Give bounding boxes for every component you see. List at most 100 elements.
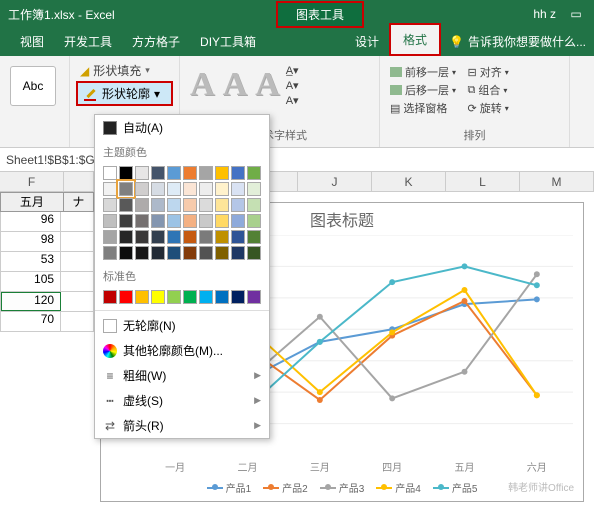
theme-swatch[interactable]	[103, 198, 117, 212]
theme-swatch[interactable]	[119, 166, 133, 180]
may-header[interactable]: 五月ナ	[0, 192, 94, 212]
theme-swatch[interactable]	[151, 230, 165, 244]
col-header-J[interactable]: J	[298, 172, 372, 191]
theme-swatch[interactable]	[167, 166, 181, 180]
selection-pane-button[interactable]: ▤选择窗格	[390, 100, 465, 116]
tab-fangfang[interactable]: 方方格子	[122, 27, 190, 56]
theme-swatch[interactable]	[135, 246, 149, 260]
theme-swatch[interactable]	[247, 198, 261, 212]
theme-swatch[interactable]	[135, 230, 149, 244]
theme-swatch[interactable]	[167, 182, 181, 196]
theme-swatch[interactable]	[183, 246, 197, 260]
standard-swatch[interactable]	[199, 290, 213, 304]
shape-style-preset[interactable]: Abc	[10, 66, 56, 106]
more-outline-colors[interactable]: 其他轮廓颜色(M)...	[95, 338, 269, 363]
chart-tools-contextual-tab[interactable]: 图表工具	[276, 1, 364, 28]
standard-swatch[interactable]	[215, 290, 229, 304]
theme-swatch[interactable]	[151, 214, 165, 228]
tab-diy[interactable]: DIY工具箱	[190, 27, 266, 56]
theme-swatch[interactable]	[231, 182, 245, 196]
theme-swatch[interactable]	[199, 246, 213, 260]
theme-swatch[interactable]	[199, 182, 213, 196]
theme-swatch[interactable]	[119, 198, 133, 212]
theme-swatch[interactable]	[151, 182, 165, 196]
wordart-preset-1[interactable]: A	[190, 66, 215, 105]
standard-swatch[interactable]	[231, 290, 245, 304]
text-outline-icon[interactable]: A▾	[286, 79, 299, 92]
theme-swatch[interactable]	[151, 166, 165, 180]
send-backward-button[interactable]: 后移一层▾	[390, 82, 465, 98]
theme-swatch[interactable]	[247, 230, 261, 244]
rotate-button[interactable]: ⟳旋转▾	[468, 100, 543, 116]
theme-swatch[interactable]	[151, 198, 165, 212]
theme-swatch[interactable]	[231, 214, 245, 228]
theme-swatch[interactable]	[247, 182, 261, 196]
tab-format[interactable]: 格式	[391, 25, 439, 54]
tab-view[interactable]: 视图	[10, 27, 54, 56]
theme-swatch[interactable]	[215, 182, 229, 196]
theme-swatch[interactable]	[199, 166, 213, 180]
theme-swatch[interactable]	[151, 246, 165, 260]
legend-item[interactable]: 产品2	[263, 480, 308, 495]
cell-may-0[interactable]: 96	[0, 212, 94, 232]
theme-swatch[interactable]	[183, 198, 197, 212]
theme-swatch[interactable]	[199, 214, 213, 228]
col-header-K[interactable]: K	[372, 172, 446, 191]
cell-may-1[interactable]: 98	[0, 232, 94, 252]
legend-item[interactable]: 产品5	[433, 480, 478, 495]
theme-swatch[interactable]	[183, 230, 197, 244]
theme-swatch[interactable]	[119, 214, 133, 228]
theme-swatch[interactable]	[247, 166, 261, 180]
tab-developer[interactable]: 开发工具	[54, 27, 122, 56]
shape-fill-button[interactable]: ◢ 形状填充 ▾	[76, 60, 173, 81]
standard-swatch[interactable]	[103, 290, 117, 304]
theme-swatch[interactable]	[135, 166, 149, 180]
legend-item[interactable]: 产品3	[320, 480, 365, 495]
theme-swatch[interactable]	[215, 166, 229, 180]
theme-swatch[interactable]	[167, 246, 181, 260]
text-effects-icon[interactable]: A▾	[286, 94, 299, 107]
wordart-preset-2[interactable]: A	[223, 66, 248, 105]
theme-swatch[interactable]	[199, 198, 213, 212]
theme-swatch[interactable]	[119, 230, 133, 244]
theme-swatch[interactable]	[167, 214, 181, 228]
theme-swatch[interactable]	[247, 214, 261, 228]
col-header-L[interactable]: L	[446, 172, 520, 191]
theme-swatch[interactable]	[231, 198, 245, 212]
text-fill-icon[interactable]: A̲▾	[286, 64, 299, 77]
group-button[interactable]: ⧉组合▾	[468, 82, 543, 98]
user-name[interactable]: hh z	[533, 7, 556, 21]
theme-swatch[interactable]	[215, 230, 229, 244]
theme-swatch[interactable]	[199, 230, 213, 244]
theme-swatch[interactable]	[215, 214, 229, 228]
no-outline[interactable]: 无轮廓(N)	[95, 313, 269, 338]
theme-swatch[interactable]	[103, 182, 117, 196]
theme-swatch[interactable]	[247, 246, 261, 260]
standard-swatch[interactable]	[135, 290, 149, 304]
cell-may-2[interactable]: 53	[0, 252, 94, 272]
theme-swatch[interactable]	[215, 246, 229, 260]
col-header-M[interactable]: M	[520, 172, 594, 191]
standard-swatch[interactable]	[167, 290, 181, 304]
cell-may-5[interactable]: 70	[0, 312, 94, 332]
bring-forward-button[interactable]: 前移一层▾	[390, 64, 465, 80]
theme-swatch[interactable]	[135, 182, 149, 196]
standard-swatch[interactable]	[151, 290, 165, 304]
shape-outline-button[interactable]: 形状轮廓 ▾	[76, 81, 173, 106]
theme-swatch[interactable]	[167, 198, 181, 212]
theme-swatch[interactable]	[103, 246, 117, 260]
theme-swatch[interactable]	[231, 166, 245, 180]
outline-weight[interactable]: ≡ 粗细(W)▶	[95, 363, 269, 388]
formula-bar-fragment[interactable]: Sheet1!$B$1:$G...	[0, 148, 594, 172]
legend-item[interactable]: 产品1	[207, 480, 252, 495]
tab-design[interactable]: 设计	[345, 27, 389, 56]
theme-swatch[interactable]	[119, 182, 133, 196]
cell-may-4[interactable]: 120	[0, 292, 94, 312]
tell-me[interactable]: 💡 告诉我你想要做什么...	[441, 27, 594, 56]
cell-may-3[interactable]: 105	[0, 272, 94, 292]
theme-swatch[interactable]	[103, 214, 117, 228]
theme-swatch[interactable]	[135, 214, 149, 228]
standard-swatch[interactable]	[247, 290, 261, 304]
outline-arrows[interactable]: ⇄ 箭头(R)▶	[95, 413, 269, 438]
align-button[interactable]: ⊟对齐▾	[468, 64, 543, 80]
